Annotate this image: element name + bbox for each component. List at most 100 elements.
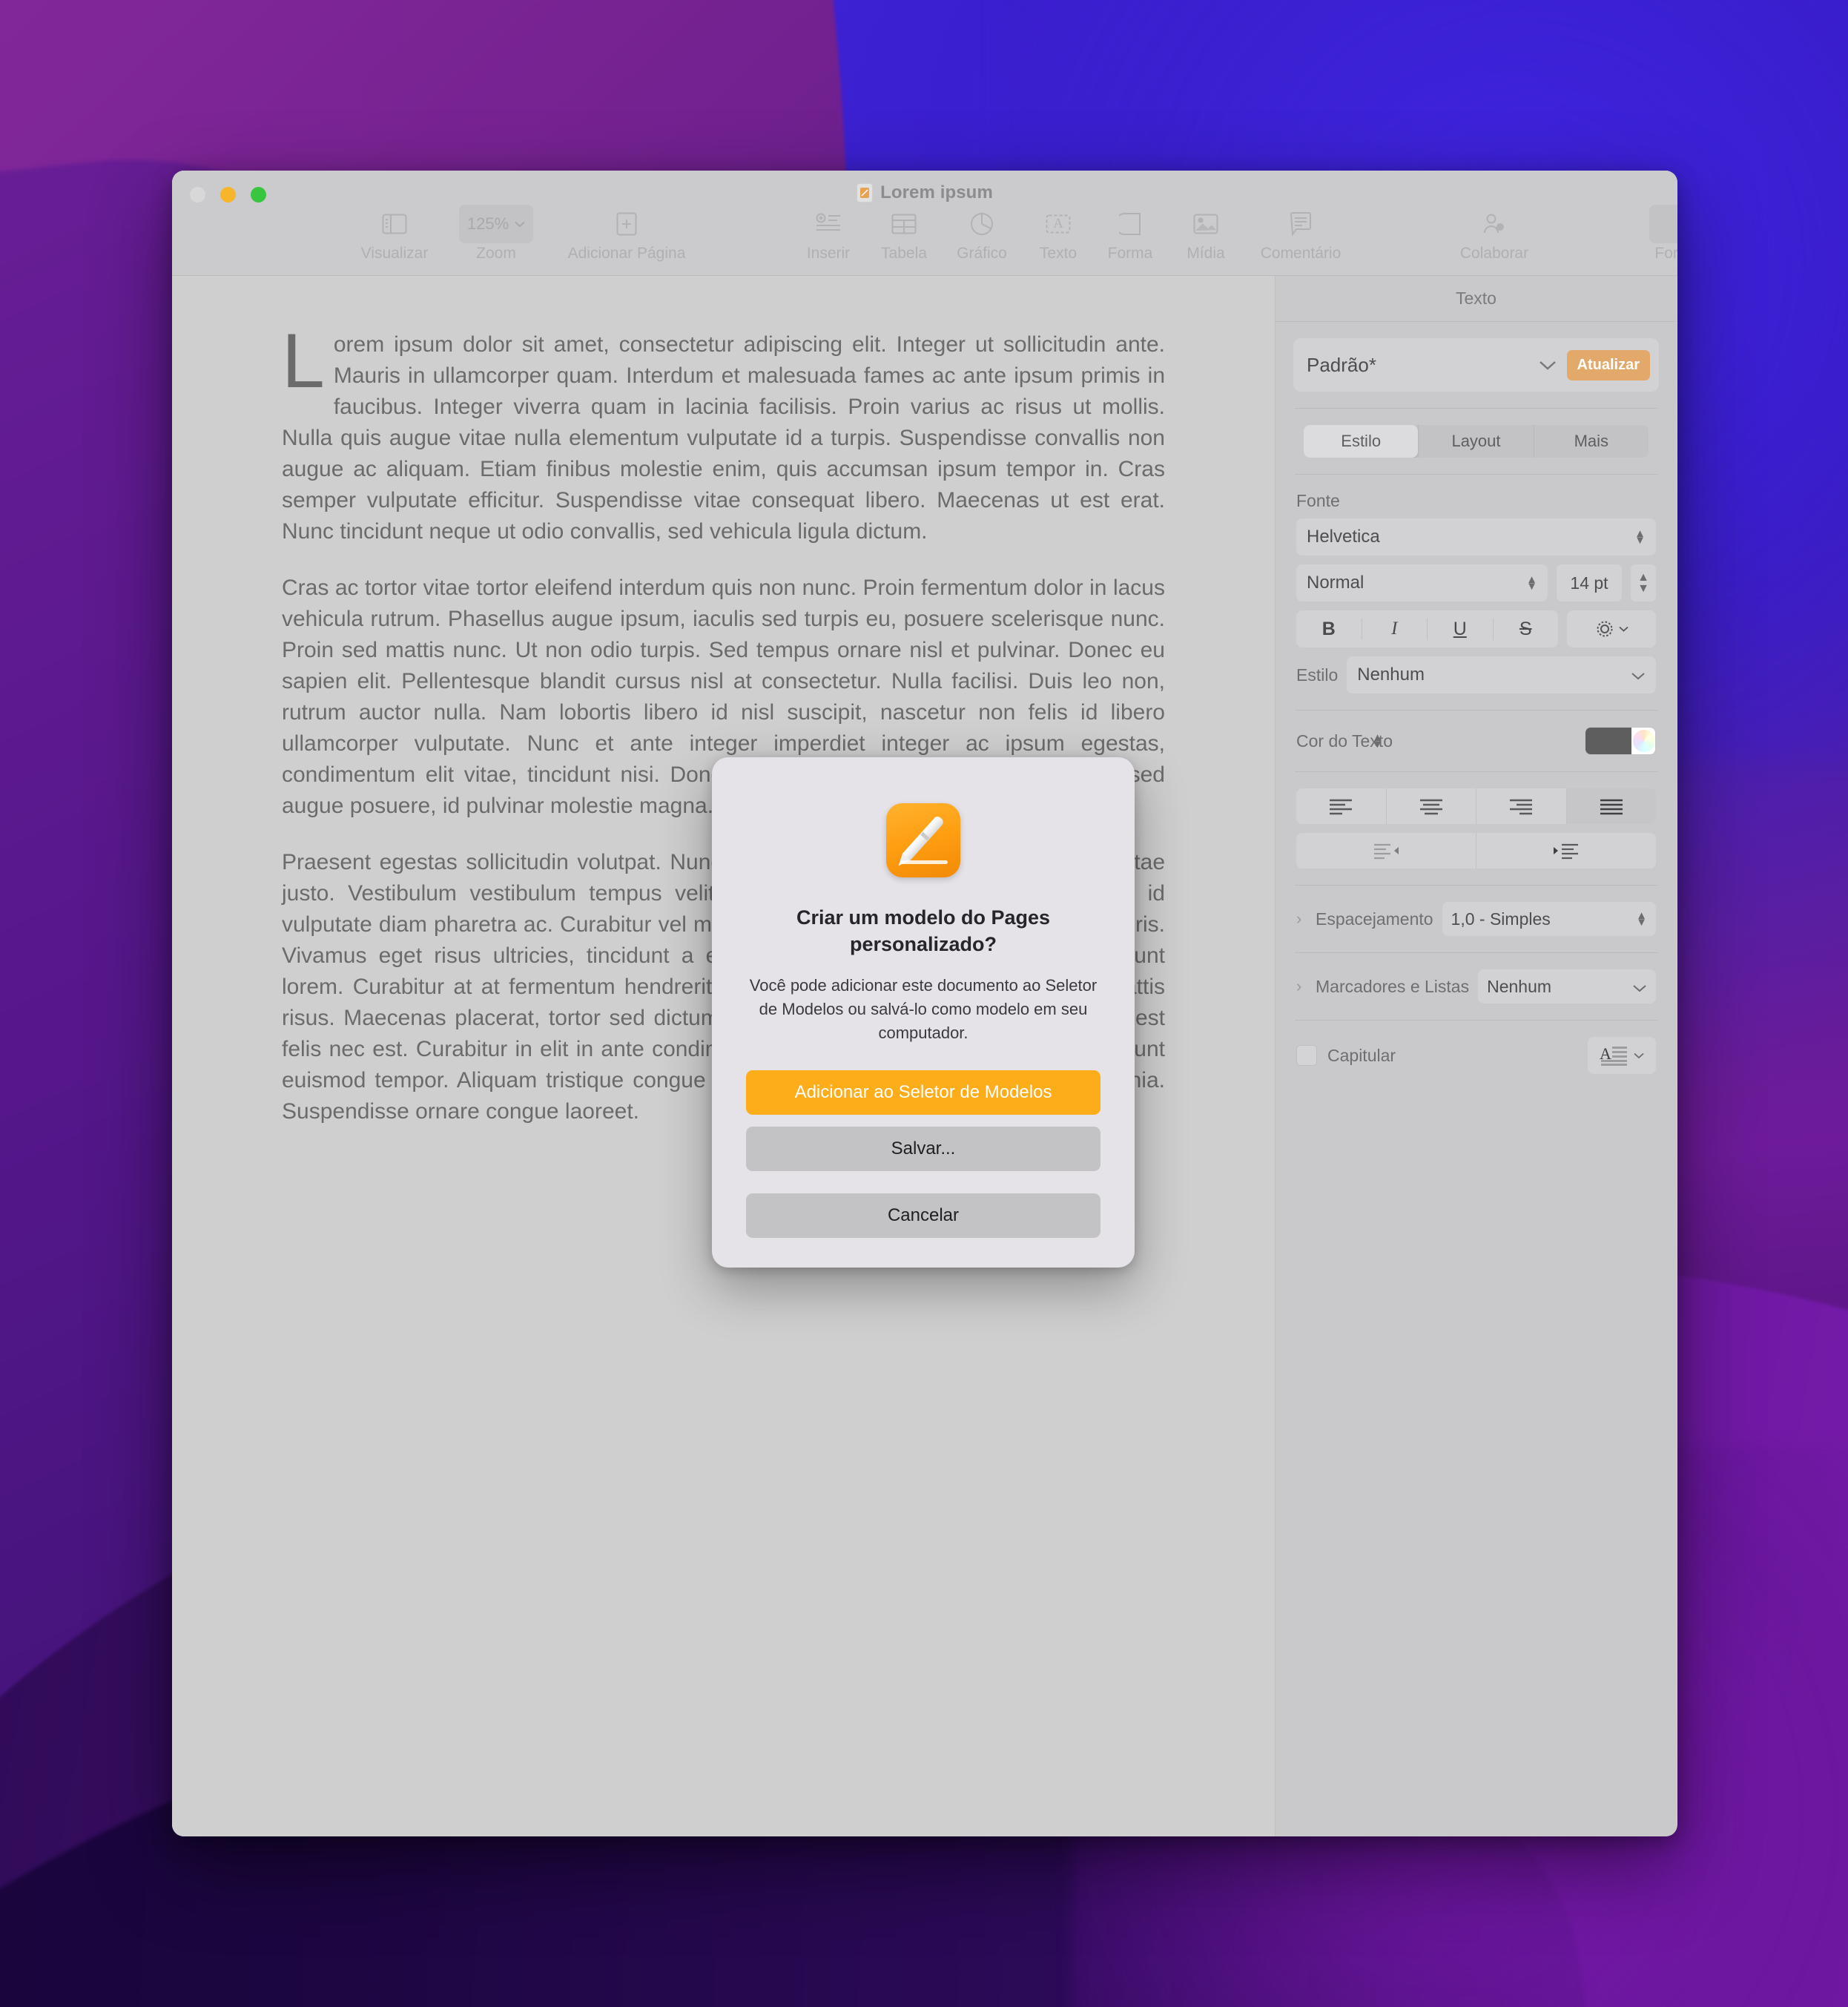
tab-mais[interactable]: Mais <box>1533 425 1649 458</box>
sidebar-tabs: Estilo Layout Mais <box>1304 425 1649 458</box>
toolbar-label-visualizar: Visualizar <box>360 245 429 262</box>
chevron-down-icon <box>515 221 525 227</box>
dialog-title: Criar um modelo do Pages personalizado? <box>796 906 1051 955</box>
save-button[interactable]: Salvar... <box>746 1127 1100 1171</box>
divider <box>1295 474 1657 475</box>
add-to-template-chooser-button[interactable]: Adicionar ao Seletor de Modelos <box>746 1070 1100 1115</box>
sidebar-icon <box>343 205 446 243</box>
divider <box>1295 408 1657 409</box>
toolbar-label-zoom: Zoom <box>476 245 516 262</box>
toolbar-items: Visualizar 125% Zoom Adicionar Página In… <box>172 205 1677 276</box>
create-template-dialog: Criar um modelo do Pages personalizado? … <box>712 757 1135 1268</box>
chevron-down-icon[interactable] <box>1539 355 1557 375</box>
divider <box>1295 952 1657 953</box>
underline-glyph <box>900 860 948 864</box>
dropcap-style-button[interactable]: A <box>1588 1037 1656 1074</box>
toolbar-item-formatar[interactable]: Formatar <box>1634 205 1677 263</box>
italic-button[interactable]: I <box>1361 619 1428 639</box>
chevron-down-icon <box>1618 626 1628 632</box>
zoom-value-button[interactable]: 125% <box>459 205 533 243</box>
update-style-button[interactable]: Atualizar <box>1566 349 1650 380</box>
chevron-updown-icon: ▲ ▼ <box>1526 573 1537 593</box>
character-style-value: Nenhum <box>1357 665 1425 685</box>
text-color-well[interactable] <box>1585 727 1656 755</box>
bold-button[interactable]: B <box>1296 619 1362 640</box>
disclosure-chevron-right-icon[interactable]: › <box>1296 909 1307 929</box>
document-paragraph-1[interactable]: Lorem ipsum dolor sit amet, consectetur … <box>282 318 1165 547</box>
font-family-value: Helvetica <box>1307 527 1380 547</box>
divider <box>1295 1020 1657 1021</box>
indent-group <box>1296 833 1656 869</box>
comment-icon <box>1249 205 1353 243</box>
disclosure-chevron-right-icon[interactable]: › <box>1296 977 1307 996</box>
toolbar-label-inserir: Inserir <box>806 245 851 262</box>
toolbar-item-zoom[interactable]: 125% Zoom <box>444 205 548 263</box>
strikethrough-button[interactable]: S <box>1492 618 1559 640</box>
format-brush-icon <box>1649 205 1677 243</box>
character-style-select[interactable]: Nenhum <box>1347 656 1656 693</box>
toolbar-label-comentario: Comentário <box>1260 245 1342 262</box>
align-justify-button[interactable] <box>1565 788 1656 824</box>
font-size-stepper[interactable]: ▲ ▼ <box>1631 564 1656 602</box>
toolbar-label-tabela: Tabela <box>881 245 927 262</box>
character-style-row: Estilo Nenhum <box>1296 656 1656 693</box>
window-toolbar: Lorem ipsum Visualizar 125% Zoom Adicion… <box>172 171 1677 276</box>
toolbar-item-colaborar[interactable]: Colaborar <box>1442 205 1546 263</box>
pen-glyph <box>901 814 946 862</box>
chevron-updown-icon: ▲ ▼ <box>1636 909 1647 929</box>
color-wheel-icon[interactable] <box>1633 730 1655 752</box>
dropcap-checkbox[interactable] <box>1296 1045 1317 1066</box>
chevron-updown-icon[interactable]: ▲ ▼ <box>1372 732 1383 750</box>
chevron-down-icon <box>1631 665 1646 685</box>
font-advanced-options-button[interactable] <box>1567 610 1656 647</box>
add-page-icon <box>575 205 679 243</box>
chevron-updown-icon: ▲ ▼ <box>1634 527 1646 547</box>
media-icon <box>1154 205 1258 243</box>
increase-indent-button[interactable] <box>1476 833 1656 869</box>
lists-row: › Marcadores e Listas Nenhum <box>1296 969 1656 1004</box>
toolbar-item-adicionar-pagina[interactable]: Adicionar Página <box>568 205 685 263</box>
font-weight-select[interactable]: Normal ▲ ▼ <box>1296 564 1548 602</box>
paragraph-style-row[interactable]: Padrão* Atualizar <box>1293 338 1659 392</box>
sidebar-content: Padrão* Atualizar Estilo Layout Mais Fon… <box>1276 322 1677 1836</box>
lists-value: Nenhum <box>1487 976 1552 996</box>
spacing-value: 1,0 - Simples <box>1451 909 1551 929</box>
toolbar-label-adicionar-pagina: Adicionar Página <box>567 245 686 262</box>
lists-select[interactable]: Nenhum <box>1478 969 1656 1004</box>
toolbar-label-midia: Mídia <box>1187 245 1225 262</box>
tab-estilo[interactable]: Estilo <box>1304 425 1419 458</box>
align-center-button[interactable] <box>1385 788 1476 824</box>
tab-layout[interactable]: Layout <box>1418 425 1533 458</box>
font-family-row: Helvetica ▲ ▼ <box>1296 518 1656 556</box>
toolbar-label-formatar: Formatar <box>1654 245 1677 262</box>
font-style-buttons-row: B I U S <box>1296 610 1656 647</box>
divider <box>1295 771 1657 772</box>
text-color-row: Cor do Texto ▲ ▼ <box>1296 727 1656 755</box>
pages-app-icon <box>886 803 960 877</box>
font-size-input[interactable]: 14 pt <box>1557 564 1622 602</box>
toolbar-label-forma: Forma <box>1107 245 1153 262</box>
align-right-button[interactable] <box>1476 788 1566 824</box>
toolbar-label-texto: Texto <box>1039 245 1078 262</box>
character-style-label: Estilo <box>1296 665 1339 685</box>
align-left-button[interactable] <box>1296 788 1386 824</box>
font-style-button-group: B I U S <box>1296 610 1558 647</box>
font-section-label: Fonte <box>1296 491 1340 510</box>
decrease-indent-button[interactable] <box>1296 833 1476 869</box>
toolbar-item-midia[interactable]: Mídia <box>1154 205 1258 263</box>
divider <box>1295 885 1657 886</box>
toolbar-label-colaborar: Colaborar <box>1459 245 1529 262</box>
toolbar-item-comentario[interactable]: Comentário <box>1249 205 1353 263</box>
text-color-swatch[interactable] <box>1585 728 1631 754</box>
dropcap-row: Capitular A <box>1296 1037 1656 1074</box>
underline-button[interactable]: U <box>1427 618 1493 640</box>
document-icon <box>857 183 874 202</box>
spacing-row: › Espacejamento 1,0 - Simples ▲ ▼ <box>1296 902 1656 936</box>
dialog-body-text: Você pode adicionar este documento ao Se… <box>749 976 1098 1042</box>
chevron-down-icon <box>1634 1052 1644 1058</box>
lists-label: Marcadores e Listas <box>1316 976 1470 996</box>
toolbar-item-visualizar[interactable]: Visualizar <box>343 205 446 263</box>
cancel-button[interactable]: Cancelar <box>746 1193 1100 1238</box>
spacing-select[interactable]: 1,0 - Simples ▲ ▼ <box>1442 902 1656 936</box>
font-family-select[interactable]: Helvetica ▲ ▼ <box>1296 518 1656 556</box>
